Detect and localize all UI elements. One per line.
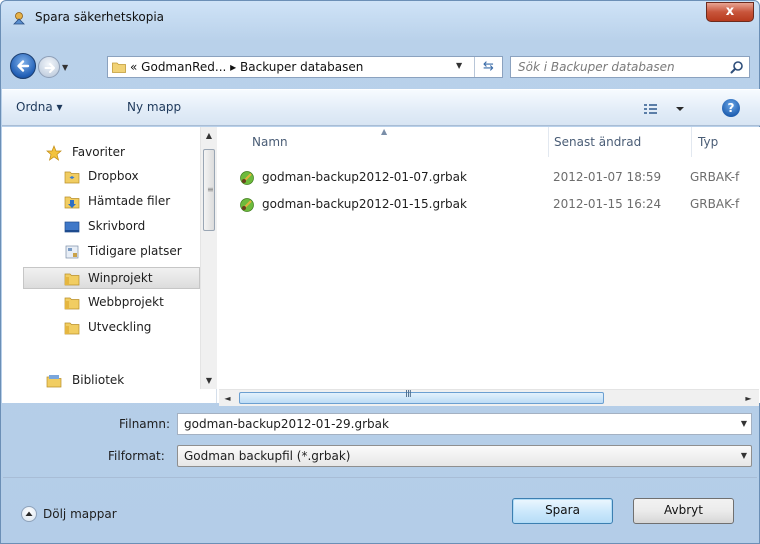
folder-icon	[112, 62, 126, 73]
nav-item-webbprojekt[interactable]: Webbprojekt	[2, 292, 200, 314]
nav-scrollbar[interactable]: ▲ ≡ ▼	[200, 127, 217, 389]
cancel-button[interactable]: Avbryt	[633, 498, 734, 524]
scroll-left-icon[interactable]: ◄	[219, 390, 236, 407]
column-header-name[interactable]: Namn	[252, 135, 288, 149]
format-label: Filformat:	[108, 449, 165, 463]
save-dialog: Spara säkerhetskopia x ▼ « GodmanRed... …	[0, 0, 760, 544]
file-type: GRBAK-f	[690, 197, 740, 211]
search-input[interactable]: Sök i Backuper databasen	[510, 56, 750, 78]
forward-arrow-icon	[44, 63, 55, 73]
refresh-icon[interactable]: ⇆	[474, 57, 502, 77]
nav-item-label: Utveckling	[88, 320, 152, 334]
column-separator[interactable]	[691, 127, 692, 157]
star-icon	[46, 145, 62, 161]
recent-pages-dropdown-icon[interactable]: ▼	[62, 63, 68, 72]
grip-icon: ≡	[207, 185, 214, 194]
scroll-down-icon[interactable]: ▼	[201, 372, 217, 389]
breadcrumb-separator-icon[interactable]: ▸	[230, 60, 236, 74]
navigation-pane: Favoriter Dropbox Hämtade filer Skrivbor…	[2, 127, 217, 403]
view-options-button[interactable]	[642, 100, 686, 118]
address-bar[interactable]: « GodmanRed... ▸ Backuper databasen ▼ ⇆	[107, 56, 503, 78]
nav-item-label: Hämtade filer	[88, 194, 171, 208]
nav-item-winprojekt[interactable]: Winprojekt	[23, 267, 200, 289]
desktop-icon	[64, 221, 80, 233]
collapse-up-icon	[21, 506, 37, 522]
breadcrumb-overflow[interactable]: «	[130, 60, 137, 74]
filename-dropdown-icon[interactable]: ▼	[741, 419, 747, 428]
backup-file-icon	[240, 171, 254, 185]
nav-item-label: Webbprojekt	[88, 295, 164, 309]
file-modified: 2012-01-07 18:59	[553, 170, 662, 184]
column-separator[interactable]	[548, 127, 549, 157]
nav-scrollbar-thumb[interactable]: ≡	[203, 149, 215, 231]
title-bar[interactable]: Spara säkerhetskopia x	[1, 1, 759, 35]
file-modified: 2012-01-15 16:24	[553, 197, 662, 211]
nav-item-tidigare-platser[interactable]: Tidigare platser	[2, 241, 200, 263]
format-select[interactable]: Godman backupfil (*.grbak) ▼	[177, 445, 752, 467]
folder-icon	[64, 297, 80, 310]
nav-item-label: Bibliotek	[72, 373, 125, 387]
format-value: Godman backupfil (*.grbak)	[184, 449, 351, 463]
nav-item-label: Dropbox	[88, 169, 139, 183]
filename-label: Filnamn:	[119, 417, 170, 431]
nav-item-bibliotek[interactable]: Bibliotek	[2, 370, 200, 392]
window-title: Spara säkerhetskopia	[35, 10, 165, 24]
close-button[interactable]: x	[706, 2, 754, 22]
downloads-folder-icon	[64, 196, 80, 209]
filename-value: godman-backup2012-01-29.grbak	[184, 417, 389, 431]
format-dropdown-icon: ▼	[740, 451, 747, 460]
scroll-up-icon[interactable]: ▲	[201, 127, 217, 144]
back-arrow-icon	[17, 60, 30, 72]
recent-places-icon	[65, 245, 79, 259]
dropbox-folder-icon	[64, 171, 80, 184]
breadcrumb: « GodmanRed... ▸ Backuper databasen	[130, 60, 363, 74]
file-list-hscrollbar[interactable]: ◄ III ►	[219, 389, 759, 406]
hscrollbar-thumb[interactable]: III	[239, 389, 604, 404]
new-folder-button[interactable]: Ny mapp	[127, 100, 181, 114]
search-icon[interactable]	[730, 60, 744, 74]
nav-item-skrivbord[interactable]: Skrivbord	[2, 216, 200, 238]
save-button[interactable]: Spara	[512, 498, 613, 524]
nav-item-favoriter[interactable]: Favoriter	[2, 142, 200, 164]
backup-file-icon	[240, 198, 254, 212]
nav-item-label: Skrivbord	[88, 219, 146, 233]
command-bar: Ordna ▾ Ny mapp ?	[2, 89, 760, 126]
folder-icon	[64, 322, 80, 335]
back-button[interactable]	[10, 53, 36, 79]
file-type: GRBAK-f	[690, 170, 740, 184]
organize-button[interactable]: Ordna ▾	[16, 100, 63, 114]
nav-item-label: Winprojekt	[88, 271, 153, 285]
nav-item-label: Favoriter	[72, 145, 125, 159]
column-header-modified[interactable]: Senast ändrad	[554, 135, 641, 149]
file-name: godman-backup2012-01-15.grbak	[262, 197, 467, 211]
file-name: godman-backup2012-01-07.grbak	[262, 170, 467, 184]
breadcrumb-item-backuper[interactable]: Backuper databasen	[240, 60, 363, 74]
forward-button[interactable]	[38, 56, 60, 78]
scroll-right-icon[interactable]: ►	[740, 390, 757, 407]
view-icon	[644, 104, 684, 114]
column-header-type[interactable]: Typ	[698, 135, 718, 149]
hide-folders-label: Dölj mappar	[43, 507, 117, 521]
filename-field[interactable]: godman-backup2012-01-29.grbak ▼	[177, 413, 752, 435]
sort-ascending-icon: ▲	[381, 127, 388, 136]
nav-item-utveckling[interactable]: Utveckling	[2, 317, 200, 339]
address-dropdown-icon[interactable]: ▼	[456, 61, 462, 70]
app-icon	[12, 11, 26, 25]
file-row[interactable]: godman-backup2012-01-07.grbak 2012-01-07…	[236, 167, 760, 189]
file-row[interactable]: godman-backup2012-01-15.grbak 2012-01-15…	[236, 194, 760, 216]
breadcrumb-item-godmanred[interactable]: GodmanRed...	[141, 60, 226, 74]
nav-item-dropbox[interactable]: Dropbox	[2, 166, 200, 188]
grip-icon: III	[405, 389, 412, 400]
nav-item-hamtade-filer[interactable]: Hämtade filer	[2, 191, 200, 213]
divider	[3, 477, 757, 478]
nav-item-label: Tidigare platser	[88, 244, 182, 258]
help-icon[interactable]: ?	[722, 99, 740, 117]
folder-icon	[64, 273, 80, 286]
library-icon	[46, 375, 62, 388]
file-list: ▲ Namn Senast ändrad Typ godman-backup20…	[218, 127, 760, 403]
search-placeholder: Sök i Backuper databasen	[518, 60, 675, 74]
browser-content: Favoriter Dropbox Hämtade filer Skrivbor…	[2, 127, 760, 406]
close-icon: x	[725, 4, 735, 19]
